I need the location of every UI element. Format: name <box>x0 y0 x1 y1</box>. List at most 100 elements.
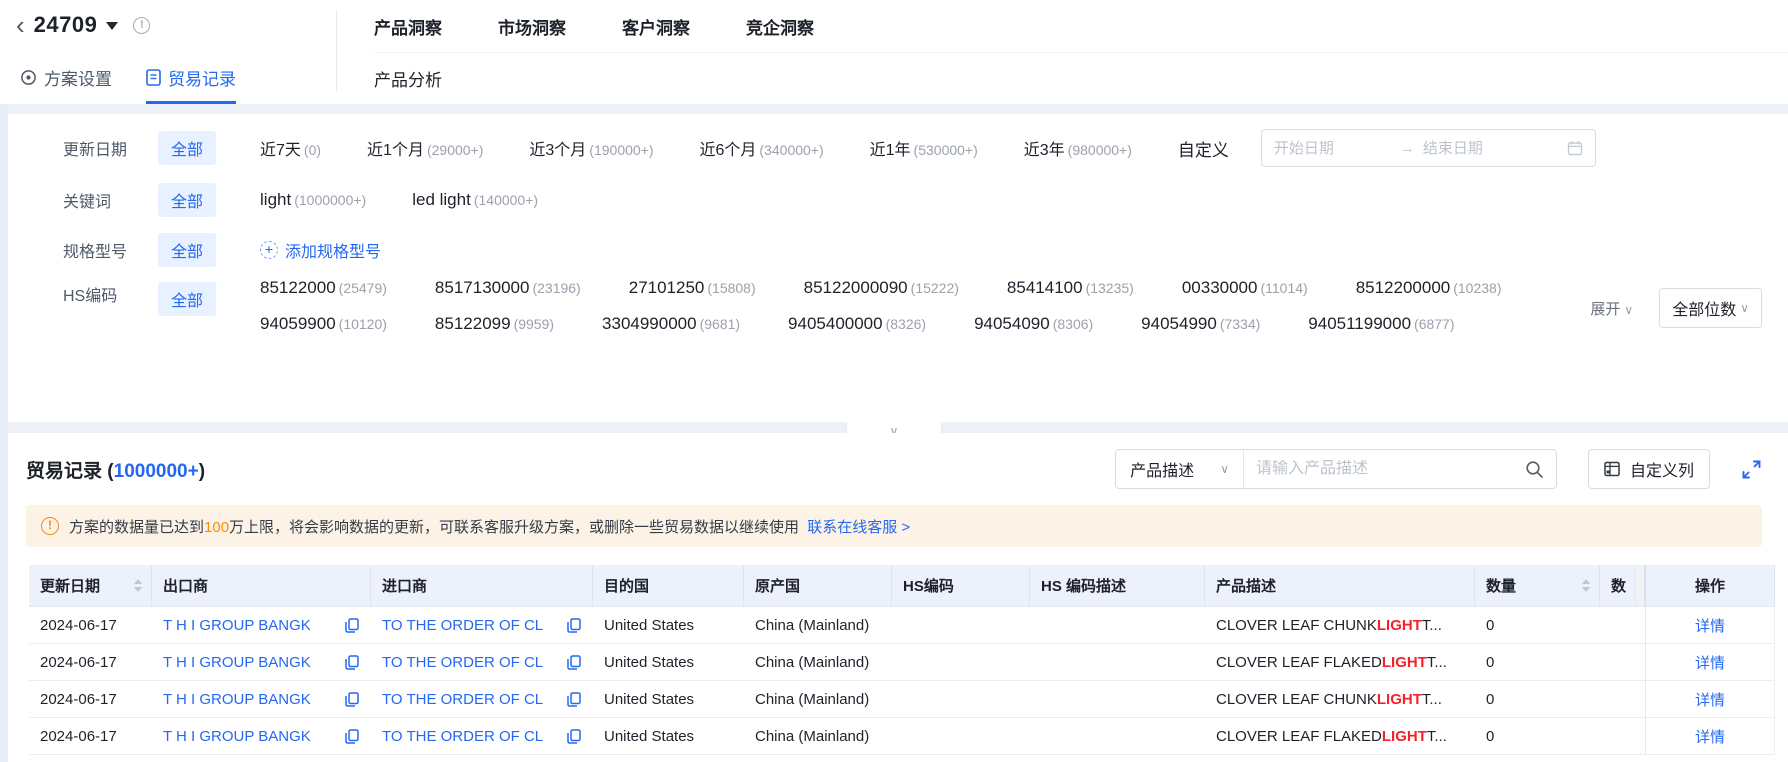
scrollbar-track[interactable] <box>1635 565 1644 606</box>
detail-link[interactable]: 详情 <box>1695 615 1725 636</box>
table-row: 2024-06-17 T H I GROUP BANGK TO THE ORDE… <box>29 681 1775 718</box>
option-7days[interactable]: 近7天 (0) <box>260 136 321 160</box>
importer-link[interactable]: TO THE ORDER OF CL <box>382 617 543 634</box>
exporter-link[interactable]: T H I GROUP BANGK <box>163 691 311 708</box>
search-icon[interactable] <box>1525 460 1544 479</box>
tab-plan-settings[interactable]: 方案设置 <box>20 65 112 104</box>
chevron-down-icon: ∨ <box>1624 302 1634 317</box>
tab-trade-records[interactable]: 贸易记录 <box>146 65 236 104</box>
hs-code-list: 85122000 (25479) 8517130000 (23196) 271012… <box>260 278 1501 334</box>
cell-date: 2024-06-17 <box>29 607 152 644</box>
hs-code-item[interactable]: 94051199000 (6877) <box>1308 314 1454 334</box>
exporter-link[interactable]: T H I GROUP BANGK <box>163 654 311 671</box>
copy-icon[interactable] <box>345 654 359 670</box>
copy-icon[interactable] <box>567 654 581 670</box>
copy-icon[interactable] <box>345 728 359 744</box>
hs-code-item[interactable]: 85122099 (9959) <box>435 314 554 334</box>
sort-icon[interactable] <box>134 575 142 596</box>
hs-code-item[interactable]: 85122000090 (15222) <box>804 278 959 298</box>
records-count: 1000000+ <box>113 460 199 482</box>
nav-competitor-insight[interactable]: 竞企洞察 <box>746 14 814 39</box>
hs-code-item[interactable]: 27101250 (15808) <box>629 278 756 298</box>
hs-all-chip[interactable]: 全部 <box>158 282 217 316</box>
option-custom[interactable]: 自定义 <box>1178 136 1229 161</box>
detail-link[interactable]: 详情 <box>1695 726 1725 747</box>
spec-all-chip[interactable]: 全部 <box>158 233 217 267</box>
detail-link[interactable]: 详情 <box>1695 689 1725 710</box>
hs-right-controls: 展开 ∨ 全部位数 ∨ <box>1590 288 1762 328</box>
filter-row-hs: HS编码 全部 85122000 (25479) 8517130000 (23196… <box>0 278 1788 334</box>
cell-action: 详情 <box>1645 718 1775 755</box>
option-3months[interactable]: 近3个月 (190000+) <box>529 136 653 160</box>
hs-code-item[interactable]: 8512200000 (10238) <box>1356 278 1502 298</box>
cell-hs-code <box>892 718 1030 755</box>
option-1month[interactable]: 近1个月 (29000+) <box>367 136 483 160</box>
keyword-led-light[interactable]: led light (140000+) <box>412 190 538 210</box>
table-row: 2024-06-17 T H I GROUP BANGK TO THE ORDE… <box>29 718 1775 755</box>
importer-link[interactable]: TO THE ORDER OF CL <box>382 728 543 745</box>
sort-icon[interactable] <box>1582 575 1590 596</box>
filter-label-hs: HS编码 <box>63 288 118 305</box>
cell-quantity: 0 <box>1475 607 1600 644</box>
hs-expand-link[interactable]: 展开 ∨ <box>1590 298 1633 319</box>
nav-market-insight[interactable]: 市场洞察 <box>498 14 566 39</box>
exporter-link[interactable]: T H I GROUP BANGK <box>163 617 311 634</box>
end-date-input[interactable] <box>1422 139 1541 157</box>
hs-code-item[interactable]: 8517130000 (23196) <box>435 278 581 298</box>
hs-line-2: 94059900 (10120) 85122099 (9959) 330499000… <box>260 314 1501 334</box>
hs-code-item[interactable]: 85414100 (13235) <box>1007 278 1134 298</box>
hs-code-item[interactable]: 00330000 (11014) <box>1182 278 1308 298</box>
contact-support-link[interactable]: 联系在线客服 > <box>807 519 910 536</box>
cell-destination: United States <box>593 644 744 681</box>
option-6months[interactable]: 近6个月 (340000+) <box>700 136 824 160</box>
option-3years[interactable]: 近3年 (980000+) <box>1024 136 1132 160</box>
hs-digits-dropdown[interactable]: 全部位数 ∨ <box>1659 288 1762 328</box>
nav-customer-insight[interactable]: 客户洞察 <box>622 14 690 39</box>
search-input[interactable] <box>1255 460 1525 478</box>
copy-icon[interactable] <box>567 691 581 707</box>
hs-code-item[interactable]: 3304990000 (9681) <box>602 314 740 334</box>
table-header-row: 更新日期 出口商 进口商 目的国 原产国 HS编码 HS 编码描述 产品描述 数… <box>29 565 1775 607</box>
cell-action: 详情 <box>1645 681 1775 718</box>
hs-code-item[interactable]: 9405400000 (8326) <box>788 314 926 334</box>
info-icon[interactable]: ! <box>133 16 151 34</box>
cell-action: 详情 <box>1645 607 1775 644</box>
option-1year[interactable]: 近1年 (530000+) <box>870 136 978 160</box>
date-range-picker[interactable]: → <box>1260 129 1596 167</box>
plan-dropdown-caret-icon[interactable] <box>106 21 119 36</box>
plan-tabs: 方案设置 贸易记录 <box>20 65 236 104</box>
start-date-input[interactable] <box>1273 139 1392 157</box>
hs-code-item[interactable]: 94054990 (7334) <box>1141 314 1260 334</box>
records-controls: 产品描述 ∨ 自定义列 <box>1115 449 1762 489</box>
hs-code-item[interactable]: 94059900 (10120) <box>260 314 387 334</box>
copy-icon[interactable] <box>567 728 581 744</box>
search-field-select[interactable]: 产品描述 ∨ <box>1116 450 1244 488</box>
nav-product-insight[interactable]: 产品洞察 <box>374 14 442 39</box>
hs-code-item[interactable]: 85122000 (25479) <box>260 278 387 298</box>
custom-columns-button[interactable]: 自定义列 <box>1587 449 1710 489</box>
subnav-product-analysis[interactable]: 产品分析 <box>374 66 442 91</box>
top-header: ‹ 24709 ! 方案设置 贸易记录 产品洞察 市场洞察 客户洞察 竞企洞察 … <box>0 0 1788 104</box>
add-spec-button[interactable]: + 添加规格型号 <box>260 238 381 262</box>
importer-link[interactable]: TO THE ORDER OF CL <box>382 691 543 708</box>
hs-code-item[interactable]: 94054090 (8306) <box>974 314 1093 334</box>
plan-id-title[interactable]: 24709 <box>34 12 98 38</box>
detail-link[interactable]: 详情 <box>1695 652 1725 673</box>
keyword-all-chip[interactable]: 全部 <box>158 183 217 217</box>
col-header-update-date: 更新日期 <box>29 565 152 607</box>
filter-label-keyword: 关键词 <box>63 194 112 211</box>
copy-icon[interactable] <box>345 691 359 707</box>
fullscreen-icon[interactable] <box>1741 459 1762 480</box>
keyword-light[interactable]: light (1000000+) <box>260 190 366 210</box>
back-icon[interactable]: ‹ <box>16 12 25 38</box>
cell-date: 2024-06-17 <box>29 681 152 718</box>
cell-hs-desc <box>1030 607 1205 644</box>
copy-icon[interactable] <box>345 617 359 633</box>
copy-icon[interactable] <box>567 617 581 633</box>
exporter-link[interactable]: T H I GROUP BANGK <box>163 728 311 745</box>
records-panel: 贸易记录 (1000000+) 产品描述 ∨ 请输入产品描述 自定义列 ! 方案… <box>0 433 1788 762</box>
cell-importer: TO THE ORDER OF CL <box>371 718 593 755</box>
update-date-all-chip[interactable]: 全部 <box>158 131 217 165</box>
importer-link[interactable]: TO THE ORDER OF CL <box>382 654 543 671</box>
calendar-icon[interactable] <box>1567 140 1583 156</box>
